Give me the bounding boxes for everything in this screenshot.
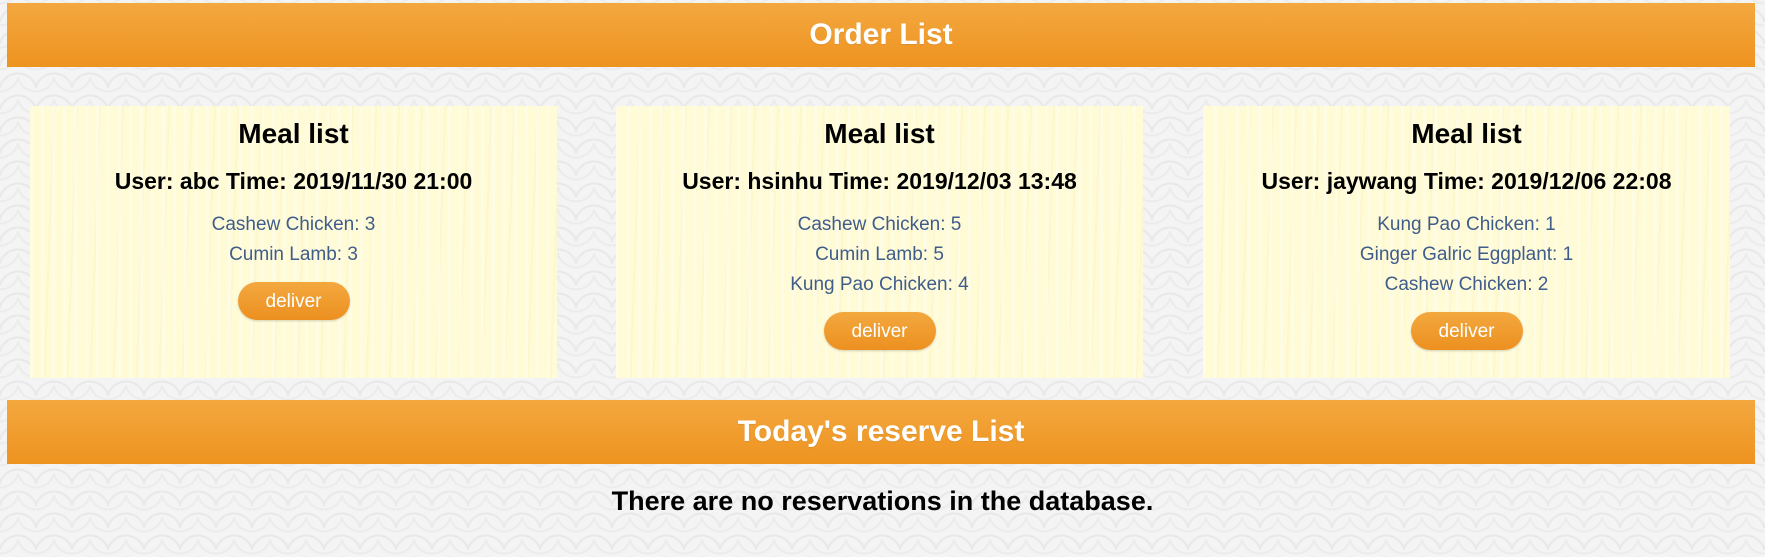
order-list-header: Order List [7,3,1755,67]
meal-list-title: Meal list [238,118,349,149]
reserve-list-title: Today's reserve List [737,415,1025,448]
meal-item: Kung Pao Chicken: 4 [790,274,969,295]
order-cards: Meal list User: abc Time: 2019/11/30 21:… [30,106,1730,378]
order-user-time: User: hsinhu Time: 2019/12/03 13:48 [682,168,1077,194]
order-list-title: Order List [809,18,953,51]
meal-items: Cashew Chicken: 3 Cumin Lamb: 3 [30,210,557,270]
meal-item: Ginger Galric Eggplant: 1 [1359,244,1574,265]
meal-list-title: Meal list [1411,118,1522,149]
meal-item: Kung Pao Chicken: 1 [1377,214,1556,235]
meal-item: Cumin Lamb: 5 [815,244,944,265]
meal-items: Cashew Chicken: 5 Cumin Lamb: 5 Kung Pao… [616,210,1143,300]
order-card: Meal list User: abc Time: 2019/11/30 21:… [30,106,557,378]
order-card: Meal list User: jaywang Time: 2019/12/06… [1203,106,1730,378]
meal-item: Cashew Chicken: 2 [1384,274,1549,295]
meal-item: Cashew Chicken: 3 [211,214,376,235]
meal-list-title: Meal list [824,118,935,149]
reserve-list-header: Today's reserve List [7,400,1755,464]
meal-item: Cashew Chicken: 5 [797,214,962,235]
meal-item: Cumin Lamb: 3 [229,244,358,265]
deliver-button[interactable]: deliver [237,282,350,320]
meal-items: Kung Pao Chicken: 1 Ginger Galric Eggpla… [1203,210,1730,300]
deliver-button[interactable]: deliver [823,312,936,350]
deliver-button[interactable]: deliver [1410,312,1523,350]
no-reservations-message: There are no reservations in the databas… [611,486,1154,516]
order-card: Meal list User: hsinhu Time: 2019/12/03 … [616,106,1143,378]
order-user-time: User: jaywang Time: 2019/12/06 22:08 [1261,168,1672,194]
order-user-time: User: abc Time: 2019/11/30 21:00 [114,168,473,194]
